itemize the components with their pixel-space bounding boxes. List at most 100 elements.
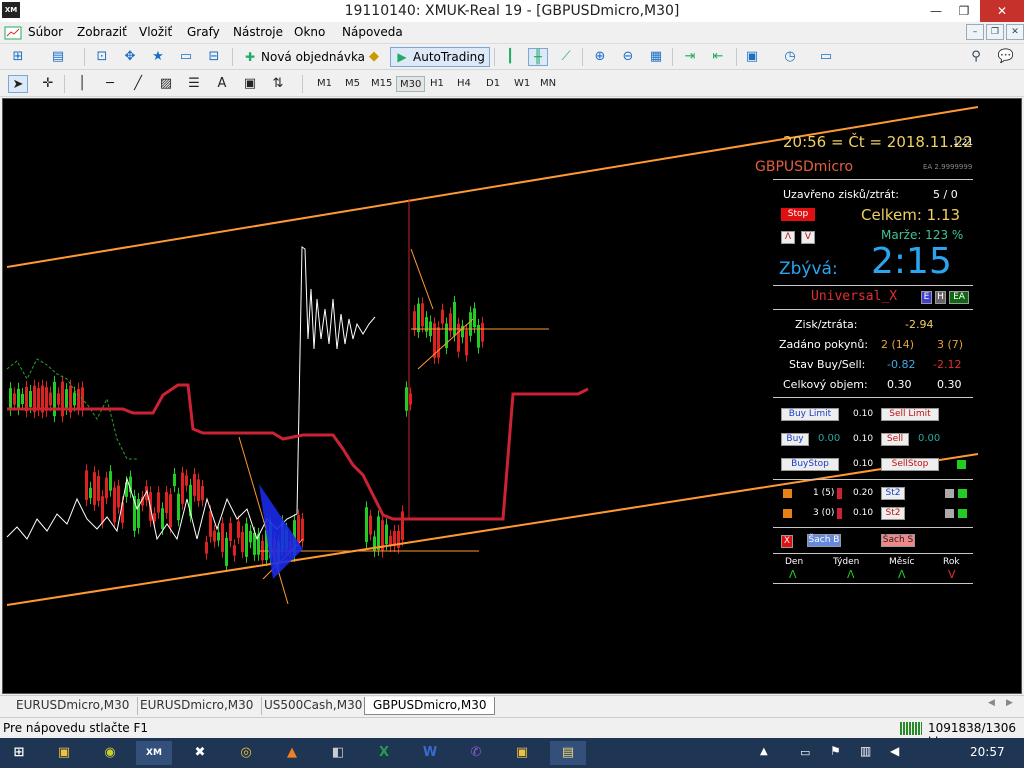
tab-eurusd-1[interactable]: EURUSDmicro,M30 — [8, 697, 139, 715]
search-icon[interactable]: ⚲ — [966, 48, 986, 66]
templates-icon[interactable]: ▭ — [816, 48, 836, 66]
word-icon[interactable]: W — [412, 741, 448, 765]
tray-arrow-icon[interactable]: ▲ — [760, 746, 768, 757]
text-label-icon[interactable]: ▣ — [240, 75, 260, 93]
taskbar-app-1-icon[interactable]: ▣ — [46, 741, 82, 765]
meta-editor-icon[interactable]: ◆ — [364, 48, 384, 66]
tab-gbpusd[interactable]: GBPUSDmicro,M30 — [364, 697, 496, 715]
sell-stop-button[interactable]: SellStop — [881, 458, 939, 471]
tf-mn[interactable]: MN — [537, 76, 559, 92]
row1-toggle[interactable] — [783, 489, 792, 498]
row2-minus[interactable] — [945, 509, 954, 518]
excel-icon[interactable]: X — [366, 741, 402, 765]
sell-limit-button[interactable]: Sell Limit — [881, 408, 939, 421]
sellstop-status-indicator[interactable] — [957, 460, 966, 469]
candlestick-icon[interactable]: ╫ — [528, 48, 548, 66]
close-button[interactable]: ✕ — [980, 0, 1024, 22]
zoom-out-icon[interactable]: ⊖ — [618, 48, 638, 66]
connection-icon[interactable] — [900, 722, 922, 735]
tab-scroll-right-icon[interactable]: ▶ — [1006, 698, 1013, 708]
sach-b-button[interactable]: Šach B — [807, 534, 841, 547]
row2-st2-button[interactable]: St2 — [881, 507, 905, 520]
tf-m1[interactable]: M1 — [314, 76, 335, 92]
taskbar-xm-icon[interactable]: XM — [136, 741, 172, 765]
line-chart-icon[interactable]: ⟋ — [556, 48, 576, 66]
arrows-icon[interactable]: ⇅ — [268, 75, 288, 93]
menu-help[interactable]: Nápoveda — [342, 25, 403, 39]
tf-w1[interactable]: W1 — [511, 76, 533, 92]
start-icon[interactable]: ⊞ — [2, 741, 36, 765]
vlc-icon[interactable]: ▲ — [274, 741, 310, 765]
tf-h4[interactable]: H4 — [454, 76, 474, 92]
indicators-icon[interactable]: ▣ — [742, 48, 762, 66]
chat-icon[interactable]: 💬 — [996, 48, 1016, 66]
autotrading-button[interactable]: ▶ AutoTrading — [390, 47, 490, 67]
chart-shift-icon[interactable]: ⇤ — [708, 48, 728, 66]
profiles-icon[interactable]: ▤ — [48, 48, 68, 66]
taskbar-app-2-icon[interactable]: ◉ — [92, 741, 128, 765]
sach-s-button[interactable]: Šach S — [881, 534, 915, 547]
chart-canvas[interactable]: 20:56 = Čt = 2018.11.22 1.21 GBPUSDmicro… — [2, 98, 1022, 694]
tab-scroll-left-icon[interactable]: ◀ — [988, 698, 995, 708]
flag-ea-button[interactable]: EA — [949, 291, 969, 304]
menu-file[interactable]: Súbor — [28, 25, 63, 39]
navigator-icon[interactable]: ★ — [148, 48, 168, 66]
mdi-close-button[interactable]: ✕ — [1006, 24, 1024, 40]
terminal-icon[interactable]: ▭ — [176, 48, 196, 66]
row1-minus[interactable] — [945, 489, 954, 498]
maximize-button[interactable]: ❐ — [950, 0, 978, 22]
strategy-tester-icon[interactable]: ⊟ — [204, 48, 224, 66]
fibonacci-icon[interactable]: ☰ — [184, 75, 204, 93]
volume-icon[interactable]: ◀ — [890, 744, 899, 758]
menu-view[interactable]: Zobraziť — [77, 25, 127, 39]
row2-toggle[interactable] — [783, 509, 792, 518]
trendline-icon[interactable]: ╱ — [128, 75, 148, 93]
mdi-restore-button[interactable]: ❐ — [986, 24, 1004, 40]
row1-st2-button[interactable]: St2 — [881, 487, 905, 500]
tf-h1[interactable]: H1 — [427, 76, 447, 92]
buy-limit-button[interactable]: Buy Limit — [781, 408, 839, 421]
tf-m15[interactable]: M15 — [368, 76, 395, 92]
viber-icon[interactable]: ✆ — [458, 741, 494, 765]
market-watch-icon[interactable]: ⊡ — [92, 48, 112, 66]
crosshair-icon[interactable]: ✛ — [38, 75, 58, 93]
flag-icon[interactable]: ⚑ — [830, 744, 841, 758]
taskbar-app-5-icon[interactable]: ▣ — [504, 741, 540, 765]
vertical-line-icon[interactable]: │ — [72, 75, 92, 93]
mdi-minimize-button[interactable]: – — [966, 24, 984, 40]
close-all-button[interactable]: X — [781, 535, 793, 548]
cursor-icon[interactable]: ➤ — [8, 75, 28, 93]
network-icon[interactable]: ▥ — [860, 744, 871, 758]
text-icon[interactable]: A — [212, 75, 232, 93]
tile-windows-icon[interactable]: ▦ — [646, 48, 666, 66]
tab-us500[interactable]: US500Cash,M30 — [256, 697, 372, 715]
taskbar-app-3-icon[interactable]: ✖ — [182, 741, 218, 765]
menu-insert[interactable]: Vložiť — [139, 25, 172, 39]
new-order-button[interactable]: ✚ Nová objednávka — [238, 47, 370, 67]
taskbar-app-4-icon[interactable]: ◧ — [320, 741, 356, 765]
horizontal-line-icon[interactable]: ─ — [100, 75, 120, 93]
periods-icon[interactable]: ◷ — [780, 48, 800, 66]
flag-h-button[interactable]: H — [935, 291, 946, 304]
bar-chart-icon[interactable]: ┃ — [500, 48, 520, 66]
tf-m30[interactable]: M30 — [396, 76, 426, 92]
sell-button[interactable]: Sell — [881, 433, 909, 446]
new-chart-icon[interactable]: ⊞ — [8, 48, 28, 66]
data-window-icon[interactable]: ✥ — [120, 48, 140, 66]
chrome-icon[interactable]: ◎ — [228, 741, 264, 765]
minimize-button[interactable]: — — [922, 0, 950, 22]
row2-status[interactable] — [958, 509, 967, 518]
autoscroll-icon[interactable]: ⇥ — [680, 48, 700, 66]
tf-m5[interactable]: M5 — [342, 76, 363, 92]
tf-d1[interactable]: D1 — [483, 76, 503, 92]
tab-eurusd-2[interactable]: EURUSDmicro,M30 — [132, 697, 263, 715]
up-button[interactable]: Λ — [781, 231, 795, 244]
buy-stop-button[interactable]: BuyStop — [781, 458, 839, 471]
down-button[interactable]: V — [801, 231, 815, 244]
stop-button[interactable]: Stop — [781, 208, 815, 221]
battery-icon[interactable]: ▭ — [800, 746, 810, 759]
flag-e-button[interactable]: E — [921, 291, 932, 304]
equidistant-channel-icon[interactable]: ▨ — [156, 75, 176, 93]
row1-status[interactable] — [958, 489, 967, 498]
buy-button[interactable]: Buy — [781, 433, 809, 446]
